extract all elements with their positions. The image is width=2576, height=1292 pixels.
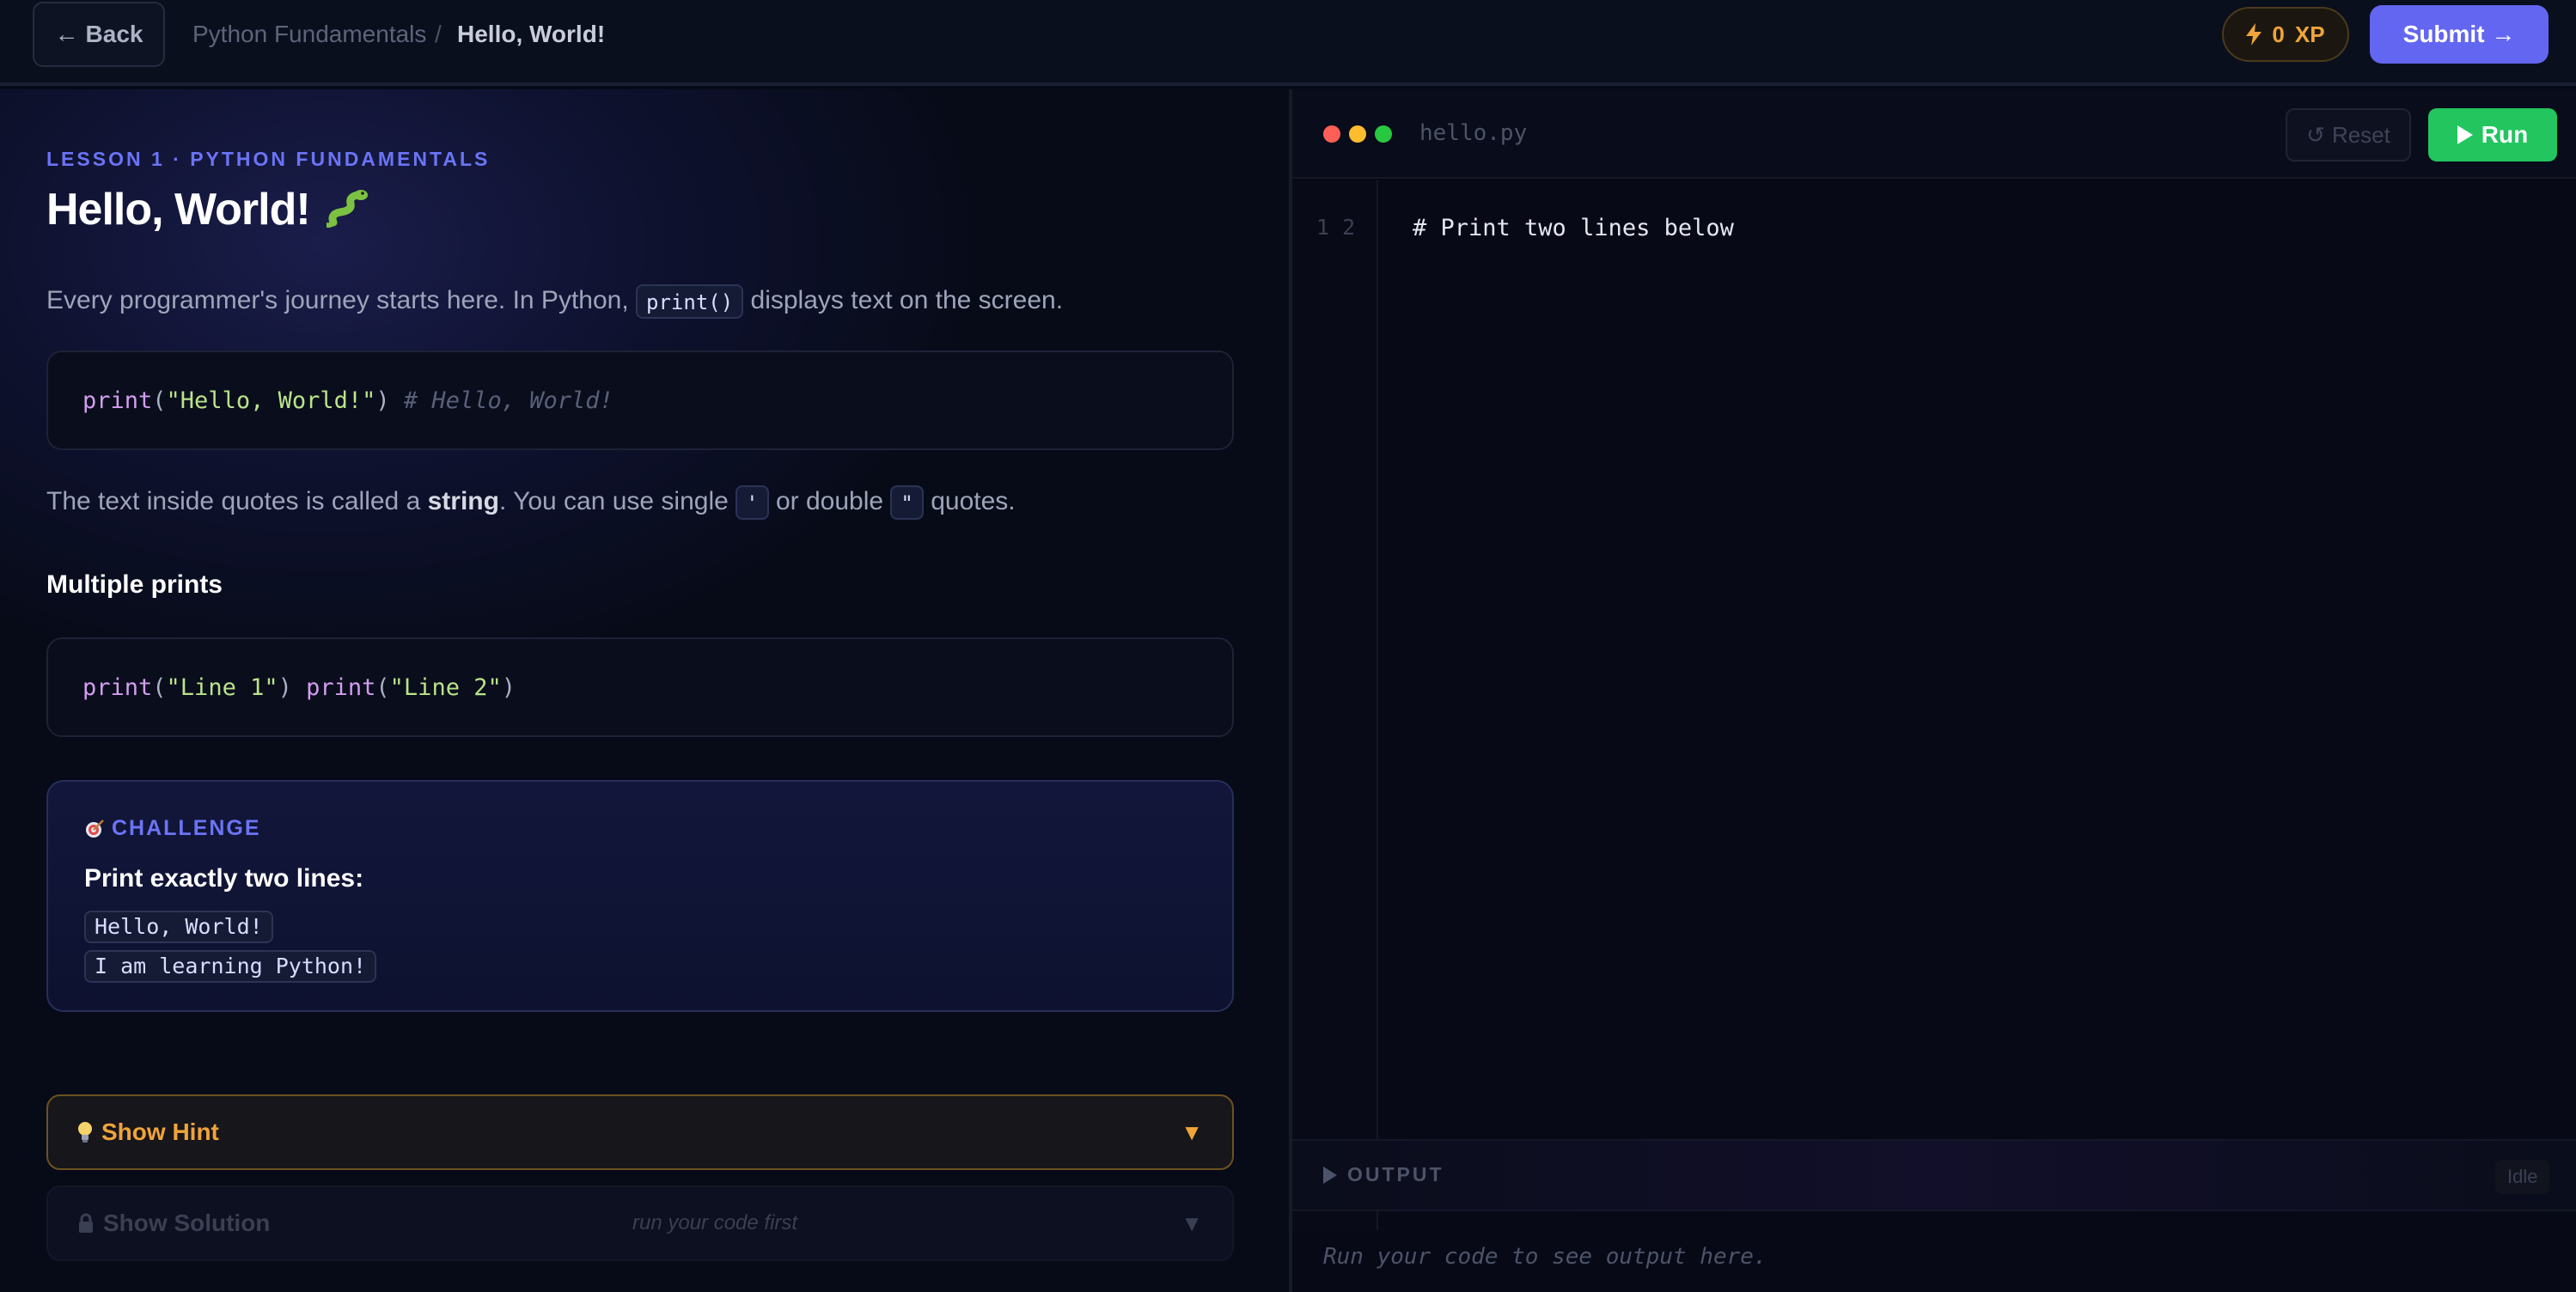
submit-label: Submit → — [2402, 21, 2516, 47]
play-icon — [1323, 1166, 1337, 1184]
breadcrumb-separator: / — [435, 21, 442, 47]
output-label: OUTPUT — [1323, 1163, 1444, 1186]
xp-unit: XP — [2294, 21, 2325, 47]
hint-label: Show Hint — [101, 1118, 219, 1145]
line-numbers: 1 2 — [1316, 215, 1356, 240]
lesson-tag: LESSON 1 · PYTHON FUNDAMENTALS — [46, 148, 491, 170]
strings-text-before: The text inside quotes is called a — [46, 487, 421, 515]
challenge-instructions: Print exactly two lines: — [84, 864, 364, 893]
file-name: hello.py — [1419, 120, 1528, 146]
challenge-tag: CHALLENGE — [84, 816, 261, 841]
intro-text-before: Every programmer's journey starts here. … — [46, 286, 629, 314]
code-token-fn: print — [306, 673, 376, 701]
code-token-fn: print — [82, 673, 153, 701]
breadcrumb-parent[interactable]: Python Fundamentals — [192, 19, 426, 50]
lock-icon — [79, 1213, 93, 1233]
strings-paragraph: The text inside quotes is called a strin… — [46, 483, 1016, 521]
expected-output-line: I am learning Python! — [84, 950, 377, 983]
code-example-hello: print("Hello, World!") # Hello, World! — [46, 350, 1234, 450]
solution-label: Show Solution — [103, 1210, 271, 1236]
breadcrumb-current: Hello, World! — [457, 21, 606, 47]
code-token-string: "Line 2" — [389, 673, 502, 701]
submit-button[interactable]: Submit → — [2370, 5, 2549, 64]
code-token-string: "Hello, World!" — [166, 387, 376, 414]
code-token-paren: ( — [375, 673, 390, 701]
inline-code-print: print() — [636, 284, 744, 320]
expected-output-line: Hello, World! — [84, 911, 273, 943]
section-heading: Multiple prints — [46, 570, 223, 599]
output-label-text: OUTPUT — [1347, 1163, 1444, 1185]
code-token-paren: ( — [152, 387, 167, 414]
back-label: Back — [85, 21, 143, 47]
strings-text-mid: . You can use single — [498, 487, 729, 515]
code-token-paren: ) — [501, 673, 516, 701]
arrow-left-icon: ← — [54, 21, 79, 47]
code-token-paren: ) — [278, 673, 292, 701]
editor-header: hello.py ↺ Reset Run — [1292, 89, 2576, 179]
chevron-down-icon: ▼ — [1181, 1118, 1203, 1145]
reset-button[interactable]: ↺ Reset — [2286, 108, 2411, 162]
window-dot-red — [1323, 125, 1340, 143]
solution-locked-note: run your code first — [632, 1211, 798, 1234]
challenge-card: CHALLENGE Print exactly two lines: Hello… — [46, 780, 1234, 1012]
lesson-panel: LESSON 1 · PYTHON FUNDAMENTALS Hello, Wo… — [0, 89, 1289, 1292]
lesson-title-text: Hello, World! — [46, 185, 311, 235]
run-label: Run — [2481, 121, 2529, 148]
line-number-gutter — [1292, 180, 1378, 1230]
strings-text-bold: string — [427, 487, 499, 515]
code-example-multiple: print("Line 1") print("Line 2") — [46, 637, 1234, 737]
snake-icon — [324, 190, 369, 229]
back-button[interactable]: ← Back — [33, 2, 165, 67]
show-solution-toggle[interactable]: Show Solution run your code first ▼ — [46, 1185, 1234, 1261]
top-bar: ← Back Python Fundamentals / Hello, Worl… — [0, 0, 2576, 86]
lightning-icon — [2246, 23, 2262, 46]
status-badge: Idle — [2495, 1160, 2550, 1194]
play-icon — [2457, 125, 2473, 144]
editor-panel: hello.py ↺ Reset Run 1 2 # Print two lin… — [1292, 89, 2576, 1292]
code-token-paren: ( — [152, 673, 167, 701]
intro-paragraph: Every programmer's journey starts here. … — [46, 282, 1063, 320]
code-token-comment: # Hello, World! — [403, 387, 613, 414]
reset-label: Reset — [2331, 121, 2390, 148]
code-editor[interactable]: # Print two lines below — [1413, 215, 1734, 241]
code-token-paren: ) — [375, 387, 390, 414]
chevron-down-icon: ▼ — [1181, 1210, 1203, 1236]
window-dot-yellow — [1349, 125, 1366, 143]
output-header: OUTPUT Idle — [1292, 1139, 2576, 1211]
target-icon — [86, 819, 104, 838]
show-hint-toggle[interactable]: Show Hint ▼ — [46, 1094, 1234, 1170]
inline-code-double-quote: " — [890, 485, 924, 521]
strings-text-or: or double — [775, 487, 884, 515]
strings-text-after: quotes. — [931, 487, 1016, 515]
intro-text-after: displays text on the screen. — [750, 286, 1064, 314]
window-dot-green — [1375, 125, 1392, 143]
lightbulb-icon — [78, 1122, 92, 1143]
inline-code-single-quote: ' — [736, 485, 769, 521]
lesson-title: Hello, World! — [46, 184, 369, 235]
xp-value: 0 — [2272, 21, 2285, 47]
xp-badge: 0 XP — [2222, 7, 2349, 62]
reset-icon: ↺ — [2306, 121, 2325, 148]
output-console: Run your code to see output here. — [1323, 1244, 1767, 1270]
code-token-fn: print — [82, 387, 153, 414]
challenge-tag-label: CHALLENGE — [112, 816, 261, 840]
run-button[interactable]: Run — [2428, 108, 2557, 162]
code-token-string: "Line 1" — [166, 673, 278, 701]
